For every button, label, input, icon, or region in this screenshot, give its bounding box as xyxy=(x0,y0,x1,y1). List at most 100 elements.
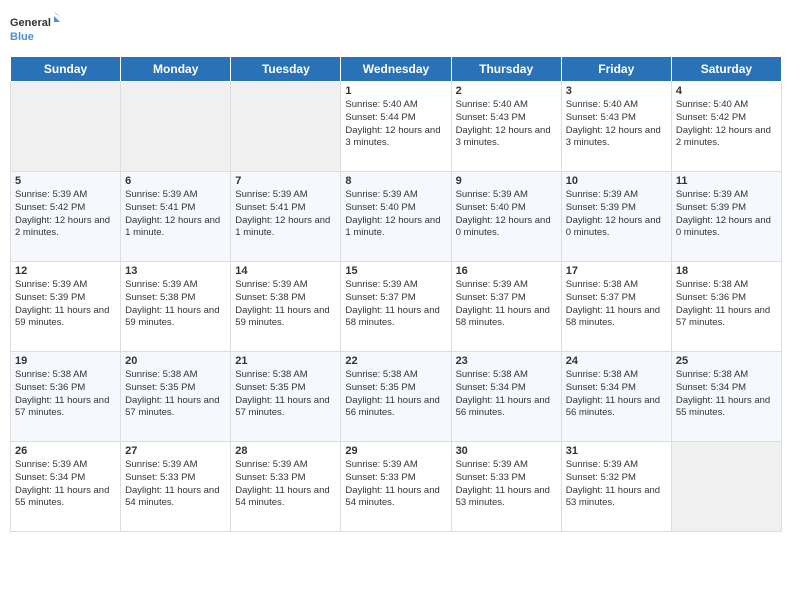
weekday-header-friday: Friday xyxy=(561,57,671,82)
sunrise-text: Sunrise: 5:38 AM xyxy=(15,369,116,382)
sunset-text: Sunset: 5:34 PM xyxy=(15,472,116,485)
day-number: 30 xyxy=(456,445,557,457)
calendar-cell: 30Sunrise: 5:39 AMSunset: 5:33 PMDayligh… xyxy=(451,442,561,532)
sunrise-text: Sunrise: 5:39 AM xyxy=(125,279,226,292)
day-number: 3 xyxy=(566,85,667,97)
calendar-cell: 11Sunrise: 5:39 AMSunset: 5:39 PMDayligh… xyxy=(671,172,781,262)
sunset-text: Sunset: 5:44 PM xyxy=(345,112,446,125)
calendar-cell: 27Sunrise: 5:39 AMSunset: 5:33 PMDayligh… xyxy=(121,442,231,532)
day-number: 22 xyxy=(345,355,446,367)
day-number: 25 xyxy=(676,355,777,367)
day-number: 23 xyxy=(456,355,557,367)
daylight-text: Daylight: 11 hours and 54 minutes. xyxy=(235,485,336,511)
daylight-text: Daylight: 11 hours and 56 minutes. xyxy=(345,395,446,421)
weekday-header-wednesday: Wednesday xyxy=(341,57,451,82)
sunrise-text: Sunrise: 5:39 AM xyxy=(676,189,777,202)
daylight-text: Daylight: 11 hours and 59 minutes. xyxy=(125,305,226,331)
daylight-text: Daylight: 11 hours and 56 minutes. xyxy=(456,395,557,421)
daylight-text: Daylight: 11 hours and 53 minutes. xyxy=(456,485,557,511)
sunrise-text: Sunrise: 5:39 AM xyxy=(235,459,336,472)
svg-text:General: General xyxy=(10,17,51,29)
daylight-text: Daylight: 12 hours and 0 minutes. xyxy=(566,215,667,241)
day-number: 6 xyxy=(125,175,226,187)
sunset-text: Sunset: 5:40 PM xyxy=(345,202,446,215)
daylight-text: Daylight: 11 hours and 57 minutes. xyxy=(676,305,777,331)
calendar-cell: 2Sunrise: 5:40 AMSunset: 5:43 PMDaylight… xyxy=(451,82,561,172)
sunset-text: Sunset: 5:36 PM xyxy=(15,382,116,395)
sunset-text: Sunset: 5:35 PM xyxy=(345,382,446,395)
calendar-cell: 3Sunrise: 5:40 AMSunset: 5:43 PMDaylight… xyxy=(561,82,671,172)
daylight-text: Daylight: 11 hours and 57 minutes. xyxy=(235,395,336,421)
sunrise-text: Sunrise: 5:39 AM xyxy=(15,459,116,472)
day-number: 19 xyxy=(15,355,116,367)
weekday-header-monday: Monday xyxy=(121,57,231,82)
daylight-text: Daylight: 12 hours and 3 minutes. xyxy=(345,125,446,151)
calendar-cell: 28Sunrise: 5:39 AMSunset: 5:33 PMDayligh… xyxy=(231,442,341,532)
sunrise-text: Sunrise: 5:39 AM xyxy=(456,279,557,292)
calendar-cell: 4Sunrise: 5:40 AMSunset: 5:42 PMDaylight… xyxy=(671,82,781,172)
calendar-cell xyxy=(671,442,781,532)
weekday-header-saturday: Saturday xyxy=(671,57,781,82)
calendar-cell xyxy=(121,82,231,172)
sunset-text: Sunset: 5:37 PM xyxy=(566,292,667,305)
calendar-cell: 19 Sunrise: 5:38 AMSunset: 5:36 PMDayligh… xyxy=(11,352,121,442)
calendar-cell: 8Sunrise: 5:39 AMSunset: 5:40 PMDaylight… xyxy=(341,172,451,262)
calendar-cell: 1Sunrise: 5:40 AMSunset: 5:44 PMDaylight… xyxy=(341,82,451,172)
sunset-text: Sunset: 5:43 PM xyxy=(456,112,557,125)
sunset-text: Sunset: 5:38 PM xyxy=(125,292,226,305)
day-number: 17 xyxy=(566,265,667,277)
sunset-text: Sunset: 5:35 PM xyxy=(125,382,226,395)
sunrise-text: Sunrise: 5:39 AM xyxy=(125,189,226,202)
day-number: 1 xyxy=(345,85,446,97)
calendar-cell: 31Sunrise: 5:39 AMSunset: 5:32 PMDayligh… xyxy=(561,442,671,532)
sunset-text: Sunset: 5:33 PM xyxy=(345,472,446,485)
calendar-cell: 18Sunrise: 5:38 AMSunset: 5:36 PMDayligh… xyxy=(671,262,781,352)
calendar-cell: 22Sunrise: 5:38 AMSunset: 5:35 PMDayligh… xyxy=(341,352,451,442)
day-number: 21 xyxy=(235,355,336,367)
calendar-cell: 21Sunrise: 5:38 AMSunset: 5:35 PMDayligh… xyxy=(231,352,341,442)
calendar-cell: 6Sunrise: 5:39 AMSunset: 5:41 PMDaylight… xyxy=(121,172,231,262)
day-number: 14 xyxy=(235,265,336,277)
logo-icon: General Blue xyxy=(10,10,60,50)
daylight-text: Daylight: 12 hours and 2 minutes. xyxy=(15,215,116,241)
daylight-text: Daylight: 11 hours and 58 minutes. xyxy=(566,305,667,331)
sunset-text: Sunset: 5:33 PM xyxy=(456,472,557,485)
calendar-cell: 12Sunrise: 5:39 AMSunset: 5:39 PMDayligh… xyxy=(11,262,121,352)
sunrise-text: Sunrise: 5:39 AM xyxy=(125,459,226,472)
calendar-cell: 20Sunrise: 5:38 AMSunset: 5:35 PMDayligh… xyxy=(121,352,231,442)
calendar-cell: 10Sunrise: 5:39 AMSunset: 5:39 PMDayligh… xyxy=(561,172,671,262)
day-number: 5 xyxy=(15,175,116,187)
calendar-cell xyxy=(231,82,341,172)
calendar-cell: 25 Sunrise: 5:38 AMSunset: 5:34 PMDayligh… xyxy=(671,352,781,442)
day-number: 15 xyxy=(345,265,446,277)
sunset-text: Sunset: 5:40 PM xyxy=(456,202,557,215)
sunrise-text: Sunrise: 5:38 AM xyxy=(676,369,777,382)
day-number: 2 xyxy=(456,85,557,97)
sunset-text: Sunset: 5:42 PM xyxy=(15,202,116,215)
svg-text:Blue: Blue xyxy=(10,31,34,43)
daylight-text: Daylight: 11 hours and 57 minutes. xyxy=(125,395,226,421)
sunrise-text: Sunrise: 5:39 AM xyxy=(15,279,116,292)
day-number: 11 xyxy=(676,175,777,187)
day-number: 12 xyxy=(15,265,116,277)
daylight-text: Daylight: 11 hours and 57 minutes. xyxy=(15,395,116,421)
calendar-cell: 15Sunrise: 5:39 AMSunset: 5:37 PMDayligh… xyxy=(341,262,451,352)
calendar-cell: 14Sunrise: 5:39 AMSunset: 5:38 PMDayligh… xyxy=(231,262,341,352)
day-number: 29 xyxy=(345,445,446,457)
day-number: 27 xyxy=(125,445,226,457)
header: General Blue xyxy=(10,10,782,50)
sunrise-text: Sunrise: 5:39 AM xyxy=(566,459,667,472)
day-number: 18 xyxy=(676,265,777,277)
sunrise-text: Sunrise: 5:38 AM xyxy=(566,279,667,292)
daylight-text: Daylight: 11 hours and 55 minutes. xyxy=(676,395,777,421)
sunset-text: Sunset: 5:34 PM xyxy=(456,382,557,395)
calendar-cell: 5 Sunrise: 5:39 AMSunset: 5:42 PMDaylight… xyxy=(11,172,121,262)
calendar-cell: 16Sunrise: 5:39 AMSunset: 5:37 PMDayligh… xyxy=(451,262,561,352)
sunset-text: Sunset: 5:34 PM xyxy=(676,382,777,395)
sunrise-text: Sunrise: 5:39 AM xyxy=(15,189,116,202)
sunset-text: Sunset: 5:39 PM xyxy=(15,292,116,305)
daylight-text: Daylight: 11 hours and 56 minutes. xyxy=(566,395,667,421)
daylight-text: Daylight: 11 hours and 59 minutes. xyxy=(235,305,336,331)
sunset-text: Sunset: 5:39 PM xyxy=(676,202,777,215)
calendar-cell: 17 Sunrise: 5:38 AMSunset: 5:37 PMDayligh… xyxy=(561,262,671,352)
